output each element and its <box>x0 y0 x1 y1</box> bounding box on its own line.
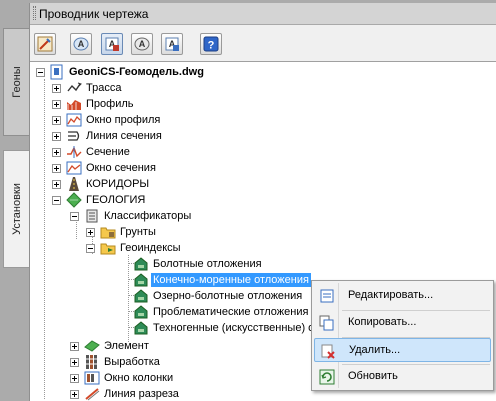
section-window-icon <box>66 161 82 175</box>
tree-item-label: Окно колонки <box>104 372 174 384</box>
expand-toggle[interactable] <box>52 132 61 141</box>
expand-toggle[interactable] <box>70 374 79 383</box>
section-icon <box>67 146 82 158</box>
refresh-icon <box>319 369 335 385</box>
geoindex-icon <box>134 321 148 335</box>
menu-item-label: Обновить <box>348 370 398 382</box>
text-style-a-button[interactable]: A <box>70 33 92 55</box>
geoindex-icon <box>134 305 148 319</box>
expand-toggle[interactable] <box>52 84 61 93</box>
tree-item-label: Окно сечения <box>86 162 156 174</box>
tree-item-label: Трасса <box>86 82 122 94</box>
tree-item-label: Профиль <box>86 98 134 110</box>
tree-item-label: Техногенные (искусственные) о <box>153 322 315 334</box>
corridor-icon <box>69 177 79 191</box>
panel-titlebar[interactable]: Проводник чертежа <box>30 3 496 25</box>
tree-item-label: КОРИДОРЫ <box>86 178 150 190</box>
text-style-b-button[interactable]: A <box>131 33 153 55</box>
drawing-file-icon <box>50 64 63 80</box>
expand-toggle[interactable] <box>70 390 79 399</box>
text-style-b-icon: A <box>134 37 150 51</box>
tree-item-label: ГЕОЛОГИЯ <box>86 194 146 206</box>
geoindex-icon <box>134 257 148 271</box>
soils-folder-icon <box>100 227 116 239</box>
expand-toggle[interactable] <box>70 342 79 351</box>
cut-line-icon <box>85 388 100 401</box>
tab-geons-label: Геоны <box>10 66 23 98</box>
geoindex-folder-icon <box>100 243 116 255</box>
toolbar: A A A A ? <box>30 26 496 62</box>
drag-grip-icon[interactable] <box>33 6 36 20</box>
tree-item-label: Элемент <box>104 340 149 352</box>
tree-item-label: Болотные отложения <box>153 258 262 270</box>
collapse-toggle[interactable] <box>36 68 45 77</box>
geoindex-icon <box>134 289 148 303</box>
expand-toggle[interactable] <box>52 148 61 157</box>
text-style-grid-button[interactable]: A <box>161 33 183 55</box>
tree-item-label: Выработка <box>104 356 160 368</box>
tab-geons[interactable]: Геоны <box>3 28 29 136</box>
expand-toggle[interactable] <box>52 180 61 189</box>
expand-toggle[interactable] <box>52 116 61 125</box>
copy-icon <box>319 315 334 331</box>
menu-item-label: Удалить... <box>349 344 401 356</box>
svg-text:A: A <box>78 39 85 49</box>
borehole-icon <box>86 355 97 369</box>
tree-item-label: Классификаторы <box>104 210 192 222</box>
draw-edit-icon <box>37 36 53 52</box>
geology-icon <box>66 192 82 208</box>
column-window-icon <box>84 371 100 385</box>
collapse-toggle[interactable] <box>52 196 61 205</box>
profile-icon <box>67 100 81 110</box>
tree-item-label: Линия разреза <box>104 388 179 400</box>
tree-item-label: Грунты <box>120 226 156 238</box>
draw-edit-button[interactable] <box>34 33 56 55</box>
delete-icon <box>321 344 335 359</box>
tree-item-label: Окно профиля <box>86 114 161 126</box>
tree-item-label: Линия сечения <box>86 130 162 142</box>
edit-icon <box>320 289 334 303</box>
expand-toggle[interactable] <box>86 228 95 237</box>
text-style-grid-icon: A <box>165 37 179 51</box>
tab-settings-label: Установки <box>10 183 23 235</box>
expand-toggle[interactable] <box>70 358 79 367</box>
profile-window-icon <box>66 113 82 127</box>
tree-item-label-selected: Конечно-моренные отложения <box>150 272 312 288</box>
element-icon <box>84 340 100 352</box>
route-icon <box>67 82 82 92</box>
help-icon: ? <box>203 36 219 52</box>
menu-item-copy[interactable]: Копировать... <box>314 311 491 335</box>
tab-settings[interactable]: Установки <box>3 150 29 268</box>
tree-root-label: GeoniCS-Геомодель.dwg <box>69 66 204 78</box>
collapse-toggle[interactable] <box>86 244 95 253</box>
context-menu: Редактировать... Копировать... Удалить..… <box>311 280 494 391</box>
text-style-table-button[interactable]: A <box>101 33 123 55</box>
classifier-icon <box>86 209 98 223</box>
svg-text:?: ? <box>208 40 215 52</box>
menu-item-label: Копировать... <box>348 316 417 328</box>
side-tab-strip: Геоны Установки <box>0 0 30 401</box>
svg-text:A: A <box>139 39 146 49</box>
help-button[interactable]: ? <box>200 33 222 55</box>
expand-toggle[interactable] <box>52 100 61 109</box>
menu-item-delete[interactable]: Удалить... <box>314 338 491 362</box>
text-style-a-icon: A <box>73 37 89 51</box>
menu-item-refresh[interactable]: Обновить <box>314 365 491 389</box>
menu-item-edit[interactable]: Редактировать... <box>314 284 491 308</box>
section-line-icon <box>68 131 80 141</box>
tree-item-label: Сечение <box>86 146 130 158</box>
tree-item-label: Озерно-болотные отложения <box>153 290 303 302</box>
menu-item-label: Редактировать... <box>348 289 434 301</box>
text-style-table-icon: A <box>105 37 119 51</box>
tree-item-label: Проблематические отложения <box>153 306 309 318</box>
collapse-toggle[interactable] <box>70 212 79 221</box>
geoindex-icon <box>134 273 148 287</box>
expand-toggle[interactable] <box>52 164 61 173</box>
tree-item-label: Геоиндексы <box>120 242 181 254</box>
panel-title: Проводник чертежа <box>39 7 149 21</box>
